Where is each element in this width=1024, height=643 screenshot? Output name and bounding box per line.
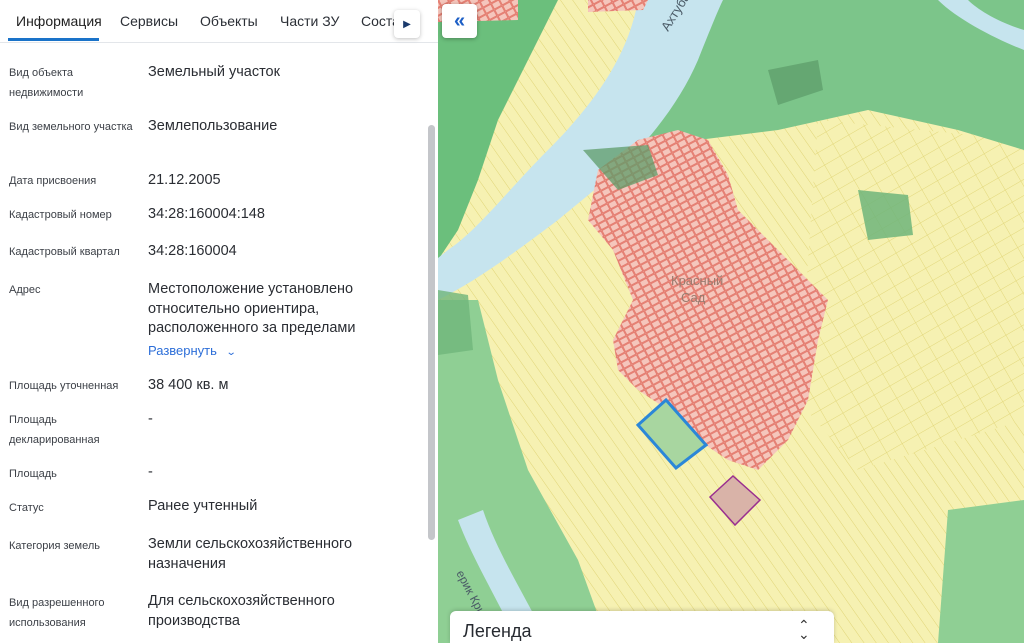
tab-information[interactable]: Информация — [16, 13, 102, 29]
field-label-declared-area: Площадь декларированная — [9, 414, 100, 446]
tabs-scroll-right-button[interactable]: ▶ — [394, 10, 420, 38]
expand-collapse-icon[interactable]: ⌃ ⌄ — [798, 618, 810, 641]
tab-services[interactable]: Сервисы — [120, 13, 178, 29]
field-label-address: Адрес — [9, 284, 41, 296]
settlement-label-line2: Сад — [681, 290, 706, 305]
forest-area — [938, 500, 1024, 643]
field-value-permitted-use: Для сельскохозяйственного производства — [148, 593, 335, 629]
legend-title: Легенда — [463, 621, 532, 641]
tab-bar: Информация Сервисы Объекты Части ЗУ Сост… — [0, 0, 438, 43]
double-chevron-left-icon: « — [453, 9, 466, 32]
field-label-refined-area: Площадь уточненная — [9, 380, 119, 392]
field-value-status: Ранее учтенный — [148, 498, 258, 514]
legend-bar[interactable]: Легенда ⌃ ⌄ — [450, 611, 834, 643]
field-value-land-category: Земли сельскохозяйственного назначения — [148, 536, 353, 572]
field-value-parcel-type: Землепользование — [148, 118, 278, 134]
field-value-assignment-date: 21.12.2005 — [148, 172, 221, 188]
panel-scrollbar[interactable] — [428, 125, 435, 540]
forest-parcel — [438, 290, 473, 355]
chevron-right-icon: ▶ — [403, 18, 411, 30]
info-panel: Информация Сервисы Объекты Части ЗУ Сост… — [0, 0, 438, 643]
map-canvas: Ахтуба ерик Криво Красный Сад — [438, 0, 1024, 643]
field-label-land-category: Категория земель — [9, 540, 100, 552]
field-label-parcel-type: Вид земельного участка — [9, 121, 133, 133]
expand-address-link[interactable]: Развернуть ⌄ — [148, 343, 237, 358]
field-value-declared-area: - — [148, 411, 153, 427]
expand-link-label: Развернуть — [148, 343, 217, 358]
field-label-area: Площадь — [9, 468, 57, 480]
agricultural-field — [798, 120, 1024, 470]
chevron-down-icon: ⌄ — [225, 347, 237, 358]
field-value-cadastral-number: 34:28:160004:148 — [148, 206, 265, 222]
collapse-panel-button[interactable]: « — [442, 4, 477, 38]
settlement-label-line1: Красный — [671, 273, 723, 288]
field-value-area: - — [148, 464, 153, 480]
tab-objects[interactable]: Объекты — [200, 13, 258, 29]
field-label-assignment-date: Дата присвоения — [9, 175, 97, 187]
field-label-cadastral-quarter: Кадастровый квартал — [9, 246, 120, 258]
tab-parcel-parts[interactable]: Части ЗУ — [280, 13, 339, 29]
field-value-refined-area: 38 400 кв. м — [148, 377, 229, 393]
field-value-object-type: Земельный участок — [148, 64, 280, 80]
field-label-cadastral-number: Кадастровый номер — [9, 209, 112, 221]
cadastral-map[interactable]: Ахтуба ерик Криво Красный Сад — [438, 0, 1024, 643]
field-label-status: Статус — [9, 502, 44, 514]
active-tab-indicator — [8, 38, 99, 41]
field-label-object-type: Вид объекта недвижимости — [9, 67, 84, 99]
field-value-cadastral-quarter: 34:28:160004 — [148, 243, 237, 259]
field-label-permitted-use: Вид разрешенного использования — [9, 597, 105, 629]
field-value-address: Местоположение установлено относительно … — [148, 281, 356, 336]
